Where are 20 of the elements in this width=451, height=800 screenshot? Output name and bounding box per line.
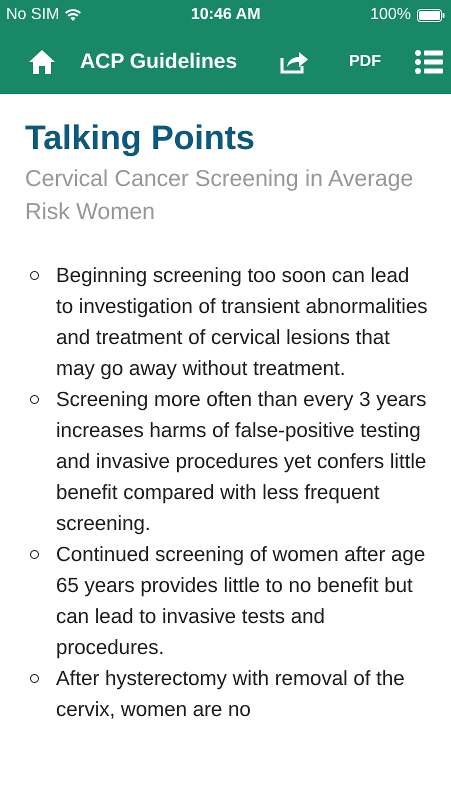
pdf-button[interactable]: PDF bbox=[349, 53, 381, 71]
carrier-label: No SIM bbox=[6, 6, 60, 24]
bullet-icon bbox=[30, 271, 39, 280]
app-title: ACP Guidelines bbox=[80, 50, 238, 74]
battery-icon bbox=[416, 8, 445, 22]
bullet-icon bbox=[30, 395, 39, 404]
status-time: 10:46 AM bbox=[190, 6, 261, 24]
home-icon[interactable] bbox=[28, 49, 56, 75]
bullet-icon bbox=[30, 550, 39, 559]
menu-icon[interactable] bbox=[415, 50, 443, 74]
bullet-text: Screening more often than every 3 years increases harms of false-positive testing and invasive procedures yet confers little benefit compared with less frequent screening. bbox=[56, 387, 428, 537]
bullet-text: After hysterectomy with removal of the cervix, women are no bbox=[56, 666, 406, 723]
battery-label: 100% bbox=[370, 6, 411, 24]
wifi-icon bbox=[65, 9, 82, 21]
page-subtitle: Cervical Cancer Screening in Average Risk Women bbox=[25, 164, 414, 226]
bullet-text: Beginning screening too soon can lead to investigation of transient abnormalities and treatment of cervical lesions that may go away without treatment. bbox=[56, 263, 428, 382]
bullet-text: Continued screening of women after age 65 years provides little to no benefit but can lead to invasive tests and procedures. bbox=[56, 542, 426, 661]
page-title: Talking Points bbox=[25, 118, 256, 158]
share-icon[interactable] bbox=[279, 50, 309, 74]
bullet-icon bbox=[30, 674, 39, 683]
